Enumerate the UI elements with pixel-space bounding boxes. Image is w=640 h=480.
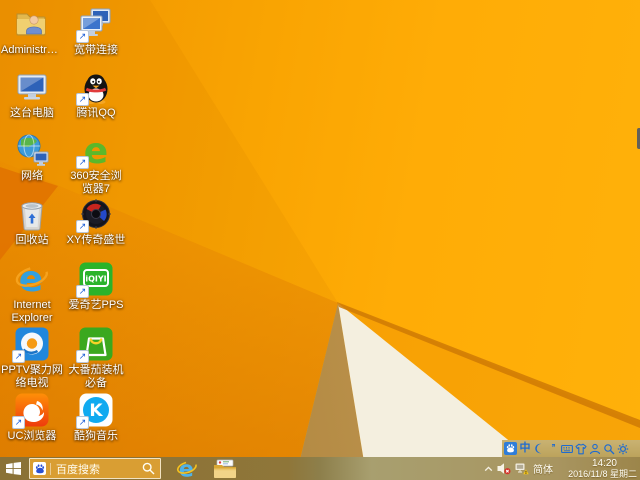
ie-icon: e: [14, 261, 50, 297]
uc-squirrel-icon: ↗: [12, 392, 50, 429]
taskbar-clock[interactable]: 14:20 2016/11/8 星期二: [557, 458, 637, 479]
desktop-icon-broadband[interactable]: ↗ 宽带连接: [65, 6, 127, 57]
shortcut-arrow-icon: ↗: [76, 416, 89, 429]
icon-label: 酷狗音乐: [74, 430, 118, 442]
icon-label: Administrator: [1, 44, 63, 56]
icon-label: 360安全浏览器7: [70, 170, 122, 195]
ime-language-bar: 中 ’’: [502, 440, 640, 457]
icon-label: PPTV聚力网络电视: [1, 364, 63, 389]
desktop-icon-internet-explorer[interactable]: e Internet Explorer: [1, 261, 63, 325]
camera-lens-icon: ↗: [76, 196, 114, 233]
network-warning-icon[interactable]: [515, 462, 529, 475]
icon-label: 回收站: [15, 234, 49, 246]
desktop-icon-network[interactable]: 网络: [1, 132, 63, 183]
icon-label: 爱奇艺PPS: [68, 299, 124, 311]
start-button[interactable]: [0, 457, 26, 480]
shortcut-arrow-icon: ↗: [76, 93, 89, 106]
svg-text:e: e: [179, 458, 194, 480]
svg-text:K: K: [89, 401, 103, 421]
search-magnifier-icon[interactable]: [142, 462, 155, 475]
desktop-icon-uc-browser[interactable]: ↗ UC浏览器: [1, 392, 63, 443]
ime-indicator[interactable]: 简体: [533, 461, 553, 476]
folder-icon: [214, 459, 236, 478]
desktop-icon-iqiyi[interactable]: iQIYI ↗ 爱奇艺PPS: [65, 261, 127, 312]
desktop-icon-administrator[interactable]: Administrator: [1, 6, 63, 57]
iqiyi-icon: iQIYI ↗: [76, 261, 114, 298]
icon-label: 宽带连接: [74, 44, 118, 56]
shortcut-arrow-icon: ↗: [76, 350, 89, 363]
icon-label: 大番茄装机必备: [68, 364, 124, 389]
clock-date: 2016/11/8 星期二: [568, 469, 637, 479]
baidu-logo-icon: [33, 462, 46, 475]
desktop-icon-xy-game[interactable]: ↗ XY传奇盛世: [65, 196, 127, 247]
network-globe-icon: [14, 132, 50, 168]
desktop-icon-360-browser[interactable]: e ↗ 360安全浏览器7: [65, 132, 127, 196]
shortcut-arrow-icon: ↗: [76, 285, 89, 298]
system-tray: 简体 14:20 2016/11/8 星期二: [484, 457, 640, 480]
ime-search-icon[interactable]: [603, 442, 615, 455]
shopping-bag-icon: ↗: [76, 326, 114, 363]
ime-settings-gear-icon[interactable]: [617, 442, 629, 455]
360-browser-e-icon: e ↗: [76, 132, 114, 169]
shortcut-arrow-icon: ↗: [12, 416, 25, 429]
icon-label: UC浏览器: [7, 430, 57, 442]
shortcut-arrow-icon: ↗: [12, 350, 25, 363]
computer-icon: [14, 69, 50, 105]
shortcut-arrow-icon: ↗: [76, 156, 89, 169]
ime-halfwidth-moon-icon[interactable]: [533, 442, 545, 455]
taskbar-ie-button[interactable]: e: [176, 458, 198, 480]
desktop-icon-recycle-bin[interactable]: 回收站: [1, 196, 63, 247]
icon-label: Internet Explorer: [11, 299, 53, 324]
baidu-ime-icon[interactable]: [504, 442, 517, 455]
show-hidden-icons-button[interactable]: [484, 465, 493, 473]
desktop-icon-this-pc[interactable]: 这台电脑: [1, 69, 63, 120]
desktop-icon-pptv[interactable]: ↗ PPTV聚力网络电视: [1, 326, 63, 390]
taskbar-file-explorer-button[interactable]: [213, 459, 237, 479]
desktop-icon-datomato[interactable]: ↗ 大番茄装机必备: [65, 326, 127, 390]
svg-text:iQIYI: iQIYI: [85, 275, 106, 284]
kugou-k-icon: K ↗: [76, 392, 114, 429]
baidu-search-box[interactable]: 百度搜索: [29, 458, 161, 479]
qq-penguin-icon: ↗: [76, 69, 114, 106]
shortcut-arrow-icon: ↗: [76, 220, 89, 233]
icon-label: 这台电脑: [10, 107, 54, 119]
search-placeholder-text: 百度搜索: [56, 463, 100, 476]
windows-logo-icon: [5, 462, 21, 475]
broadband-monitors-icon: ↗: [76, 6, 114, 43]
desktop-icon-kugou[interactable]: K ↗ 酷狗音乐: [65, 392, 127, 443]
ime-punctuation-button[interactable]: ’’: [547, 442, 559, 455]
ime-soft-keyboard-icon[interactable]: [561, 442, 573, 455]
volume-muted-icon[interactable]: [497, 462, 511, 475]
ie-icon: e: [176, 458, 197, 480]
pptv-icon: ↗: [12, 326, 50, 363]
icon-label: XY传奇盛世: [66, 234, 126, 246]
desktop-screen: Administrator ↗ 宽带连接 这台电脑 ↗ 腾讯QQ 网络 e ↗ 3…: [0, 0, 640, 480]
shortcut-arrow-icon: ↗: [76, 30, 89, 43]
ime-skin-shirt-icon[interactable]: [575, 442, 587, 455]
ime-chinese-mode-button[interactable]: 中: [519, 442, 531, 455]
ime-account-icon[interactable]: [589, 442, 601, 455]
clock-time: 14:20: [591, 458, 617, 469]
icon-label: 腾讯QQ: [76, 107, 116, 119]
search-separator: [50, 462, 51, 475]
user-folder-icon: [14, 6, 50, 42]
svg-text:e: e: [19, 261, 43, 297]
icon-label: 网络: [21, 170, 43, 182]
desktop-icon-qq[interactable]: ↗ 腾讯QQ: [65, 69, 127, 120]
recycle-bin-icon: [14, 196, 50, 232]
